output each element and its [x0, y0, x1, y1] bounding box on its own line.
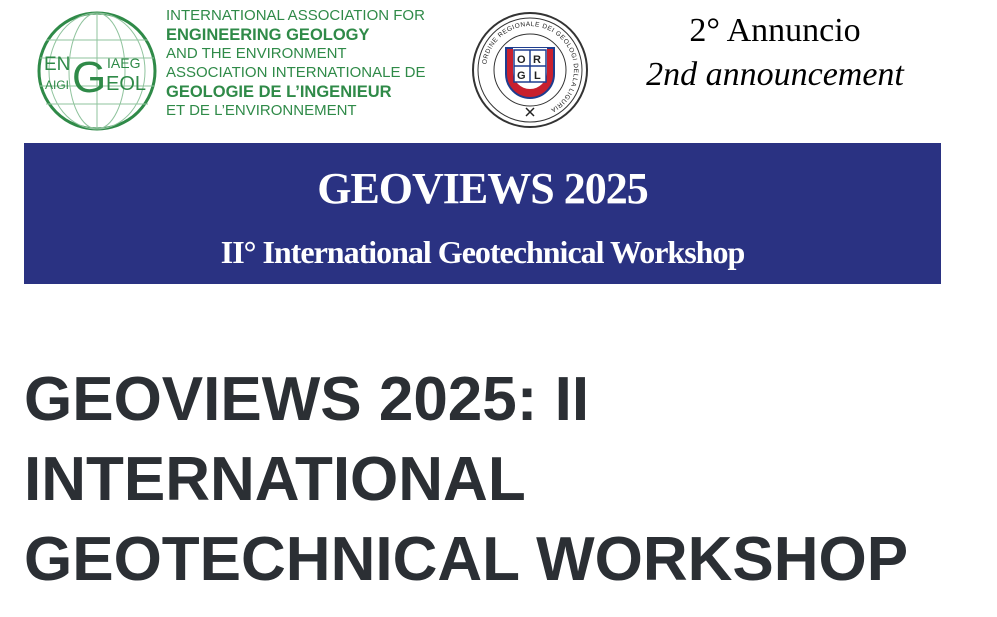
announcement-italian: 2° Annuncio: [689, 12, 861, 49]
logo-iaeg-text: IAEG: [107, 55, 140, 71]
banner-subtitle: II° International Geotechnical Workshop: [220, 234, 745, 270]
page-title-line: GEOTECHNICAL WORKSHOP: [24, 525, 909, 594]
iaeg-logo: EN AIGI G IAEG EOL: [37, 11, 157, 131]
seal-letter-o: O: [517, 54, 526, 66]
iaeg-name-line: INTERNATIONAL ASSOCIATION FOR: [166, 7, 425, 24]
iaeg-name-block: INTERNATIONAL ASSOCIATION FOR ENGINEERIN…: [166, 8, 436, 122]
logo-aigi-text: AIGI: [45, 78, 69, 92]
iaeg-name-line: ENGINEERING GEOLOGY: [166, 26, 370, 44]
orgl-seal-logo: ORDINE REGIONALE DEI GEOLOGI DELLA LIGUR…: [472, 12, 588, 128]
iaeg-name-line: ET DE L’ENVIRONNEMENT: [166, 102, 357, 119]
banner-title: GEOVIEWS 2025: [317, 164, 649, 213]
iaeg-name-line: ASSOCIATION INTERNATIONALE DE: [166, 64, 426, 81]
event-banner: GEOVIEWS 2025 II° International Geotechn…: [24, 143, 941, 284]
iaeg-name-line: GEOLOGIE DE L’INGENIEUR: [166, 83, 392, 101]
seal-letter-l: L: [534, 70, 541, 82]
page-title-line: GEOVIEWS 2025: II: [24, 365, 590, 434]
seal-letter-r: R: [533, 54, 541, 66]
page-title: GEOVIEWS 2025: II INTERNATIONAL GEOTECHNIC…: [24, 360, 984, 600]
logo-g-text: G: [72, 53, 106, 102]
page-title-line: INTERNATIONAL: [24, 445, 526, 514]
iaeg-name-line: AND THE ENVIRONMENT: [166, 45, 347, 62]
logo-en-text: EN: [44, 54, 70, 75]
announcement-english: 2nd announcement: [646, 56, 904, 93]
announcement-block: 2° Annuncio 2nd announcement: [600, 12, 950, 94]
logo-eol-text: EOL: [106, 73, 146, 95]
seal-letter-g: G: [517, 70, 526, 82]
header: EN AIGI G IAEG EOL INTERNATIONAL ASSOCIA…: [0, 0, 997, 140]
